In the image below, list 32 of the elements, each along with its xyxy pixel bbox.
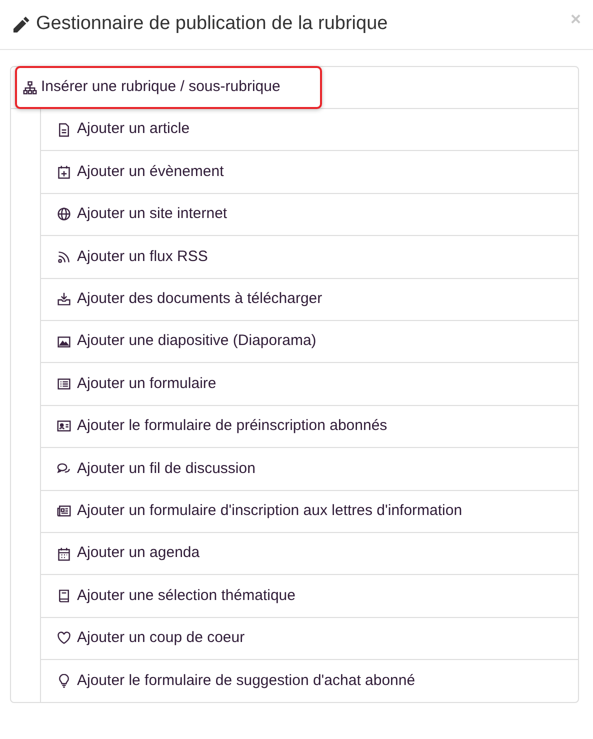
- tree-child-item[interactable]: Ajouter le formulaire de suggestion d'achat abonné: [41, 660, 578, 702]
- rss-icon: [57, 250, 71, 264]
- calendar-icon: [57, 546, 71, 561]
- tree-root-item[interactable]: Insérer une rubrique / sous-rubrique: [15, 66, 322, 109]
- calendar-plus-icon: [57, 165, 71, 180]
- tree-child-item[interactable]: Ajouter un article: [41, 109, 578, 152]
- download-tray-icon: [57, 292, 71, 306]
- book-icon: [57, 588, 71, 603]
- tree-child-item[interactable]: Ajouter une sélection thématique: [41, 575, 578, 618]
- image-icon: [57, 334, 71, 349]
- tree-child-item[interactable]: Ajouter un site internet: [41, 194, 578, 236]
- tree-child-item[interactable]: Ajouter un formulaire: [41, 363, 578, 406]
- tree-child-item[interactable]: Ajouter une diapositive (Diaporama): [41, 320, 578, 364]
- tree-child-item[interactable]: Ajouter un flux RSS: [41, 236, 578, 279]
- tree-child-item[interactable]: Ajouter un évènement: [41, 151, 578, 194]
- tree-child-item[interactable]: Ajouter le formulaire de préinscription abonnés: [41, 406, 578, 448]
- heart-icon: [57, 631, 71, 646]
- lightbulb-icon: [57, 674, 71, 688]
- tree-child-item[interactable]: Ajouter des documents à télécharger: [41, 278, 578, 321]
- id-card-icon: [57, 419, 71, 434]
- tree-child-item[interactable]: Ajouter un formulaire d'inscription aux lettres d'information: [41, 490, 578, 533]
- pencil-icon: [12, 16, 30, 34]
- tree-child-item[interactable]: Ajouter un agenda: [41, 532, 578, 576]
- list-icon: [57, 377, 71, 392]
- chat-bubbles-icon: [57, 462, 71, 476]
- document-icon: [57, 122, 71, 137]
- dialog-title: Gestionnaire de publication de la rubrique: [36, 13, 388, 36]
- sitemap-icon: [23, 80, 37, 94]
- tree-child-item[interactable]: Ajouter un coup de coeur: [41, 618, 578, 660]
- globe-icon: [57, 207, 71, 222]
- newspaper-icon: [57, 504, 71, 518]
- tree-child-item[interactable]: Ajouter un fil de discussion: [41, 448, 578, 491]
